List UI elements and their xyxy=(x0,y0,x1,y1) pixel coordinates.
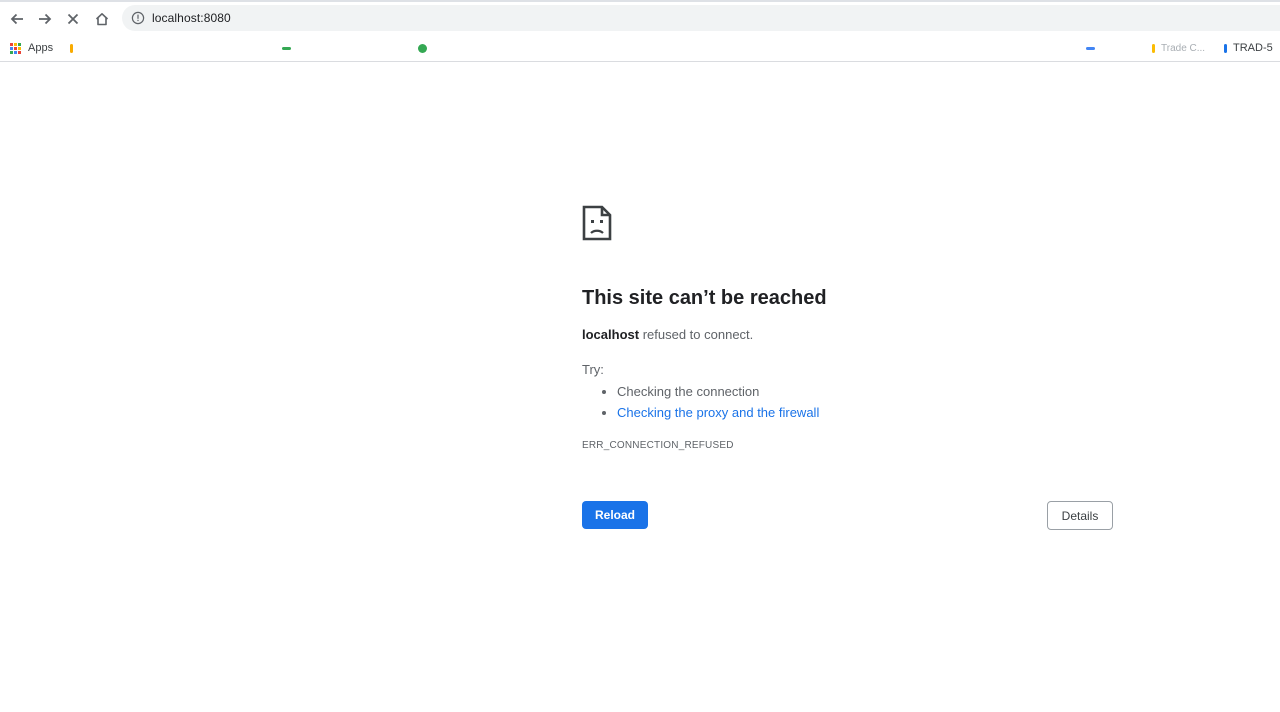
sad-document-icon xyxy=(582,205,612,241)
error-title: This site can’t be reached xyxy=(582,287,827,309)
bookmark-apps-label: Apps xyxy=(28,42,54,54)
redaction-smear xyxy=(300,6,480,14)
apps-grid-icon xyxy=(10,42,21,54)
reload-button[interactable]: Reload xyxy=(582,501,648,529)
bookmark-apps[interactable]: Apps xyxy=(10,40,53,56)
suggestion-list: Checking the connection Checking the pro… xyxy=(582,381,819,423)
address-url[interactable]: localhost:8080 xyxy=(152,11,231,25)
bookmarks-bar: Apps Trade C... TRAD-5 xyxy=(0,34,1280,62)
home-icon xyxy=(95,13,109,26)
arrow-right-icon xyxy=(39,13,52,25)
address-bar[interactable]: localhost:8080 xyxy=(122,5,1280,31)
bookmark-item[interactable]: TRAD-5 xyxy=(1224,40,1273,56)
bookmark-favicon-icon xyxy=(1086,46,1095,50)
error-message: refused to connect. xyxy=(642,327,754,342)
bookmark-label: Trade C... xyxy=(1161,42,1206,54)
details-button[interactable]: Details xyxy=(1047,501,1113,530)
suggestion-proxy-firewall-link[interactable]: Checking the proxy and the firewall xyxy=(617,405,819,420)
info-circle-icon[interactable] xyxy=(131,11,145,25)
bookmark-label: TRAD-5 xyxy=(1233,42,1273,54)
bookmark-favicon-icon xyxy=(1152,43,1155,53)
back-button[interactable] xyxy=(6,8,28,30)
bookmark-item[interactable]: Trade C... xyxy=(1152,40,1205,56)
browser-toolbar: localhost:8080 xyxy=(0,0,1280,34)
suggestion-item: Checking the connection xyxy=(617,381,819,402)
suggestion-item: Checking the proxy and the firewall xyxy=(617,402,819,423)
arrow-left-icon xyxy=(10,13,23,25)
try-label: Try: xyxy=(582,362,604,377)
bookmark-favicon-icon xyxy=(70,43,73,53)
bookmark-item[interactable] xyxy=(1086,40,1101,56)
bookmark-item[interactable] xyxy=(70,40,79,56)
suggestion-check-connection: Checking the connection xyxy=(617,384,760,399)
home-button[interactable] xyxy=(91,8,113,30)
bookmark-item[interactable] xyxy=(282,40,297,56)
error-description: localhost refused to connect. xyxy=(582,327,753,342)
error-host: localhost xyxy=(582,327,640,342)
close-icon xyxy=(67,13,79,25)
bookmark-favicon-icon xyxy=(418,43,427,53)
stop-button[interactable] xyxy=(62,8,84,30)
error-code: ERR_CONNECTION_REFUSED xyxy=(582,440,734,451)
bookmark-favicon-icon xyxy=(282,46,291,50)
bookmark-favicon-icon xyxy=(1224,43,1227,53)
forward-button[interactable] xyxy=(34,8,56,30)
bookmark-item[interactable] xyxy=(418,40,433,56)
